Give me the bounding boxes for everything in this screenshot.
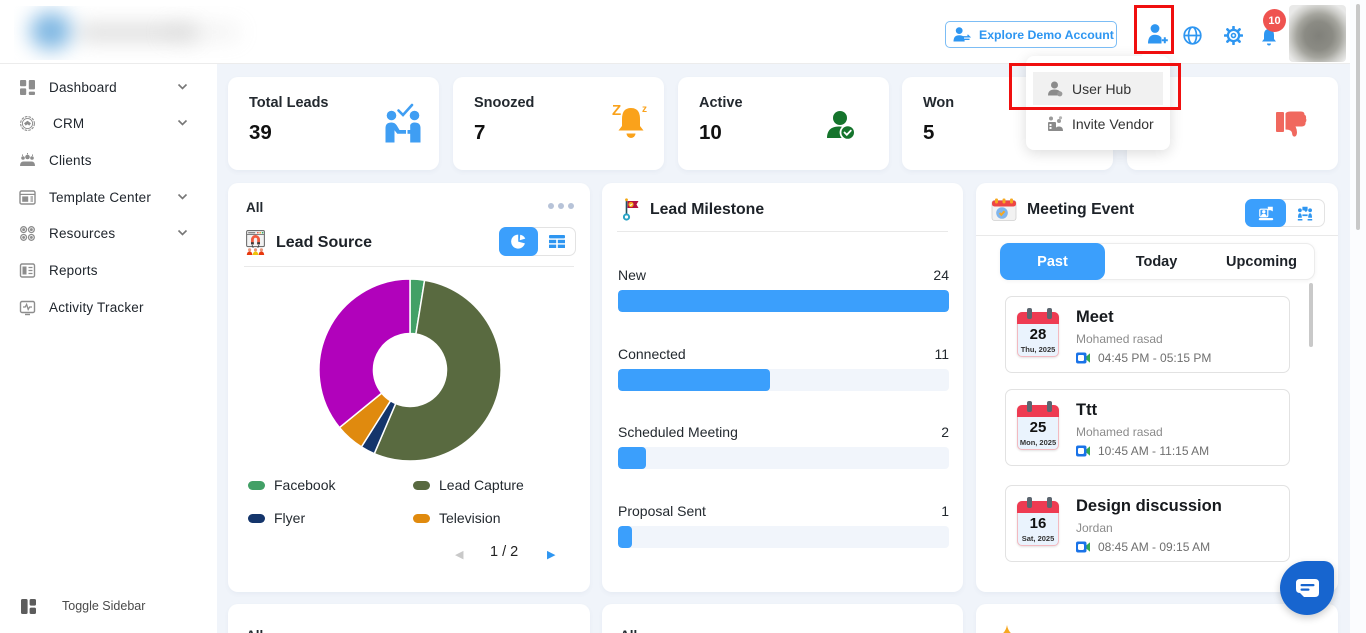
svg-text:Z: Z [612, 102, 621, 119]
svg-text:z: z [642, 104, 647, 115]
